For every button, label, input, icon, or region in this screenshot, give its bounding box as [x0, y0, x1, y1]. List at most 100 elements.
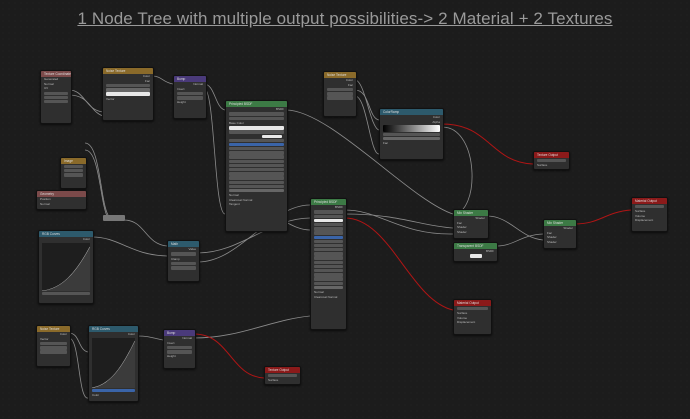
value-field[interactable] — [314, 273, 343, 277]
value-field[interactable] — [229, 138, 284, 143]
value-field[interactable] — [229, 188, 284, 193]
value-field[interactable] — [229, 184, 284, 189]
value-field[interactable] — [229, 147, 284, 151]
target-dropdown[interactable] — [635, 204, 664, 209]
color-field[interactable] — [229, 126, 284, 130]
value-field[interactable] — [327, 96, 353, 100]
mix-shader-node[interactable]: Mix Shader Shader Fac Shader Shader — [543, 219, 577, 249]
principled-bsdf-node[interactable]: Principled BSDF BSDF Base Color Normal C… — [225, 100, 288, 232]
bump-node[interactable]: Bump Normal Invert Height — [163, 329, 196, 369]
value-field[interactable] — [229, 142, 284, 147]
color-field[interactable] — [314, 218, 343, 223]
value-field[interactable] — [229, 159, 284, 164]
reroute-node[interactable] — [103, 215, 125, 221]
value-field[interactable] — [314, 264, 343, 269]
node-header[interactable]: Material Output — [632, 198, 667, 204]
value-field[interactable] — [229, 130, 284, 134]
value-field[interactable] — [314, 269, 343, 273]
dropdown-field[interactable] — [314, 210, 343, 214]
value-field[interactable] — [314, 235, 343, 239]
target-dropdown[interactable] — [457, 306, 488, 311]
transparent-bsdf-node[interactable]: Transparent BSDF BSDF — [453, 242, 498, 262]
texture-output-node[interactable]: Texture Output Surface — [264, 366, 301, 385]
value-field[interactable] — [44, 95, 68, 100]
curves-node[interactable]: RGB Curves Color — [38, 230, 94, 304]
texture-name-field[interactable] — [537, 158, 566, 163]
value-field[interactable] — [314, 281, 343, 285]
value-field[interactable] — [383, 136, 440, 141]
node-header[interactable]: Texture Output — [265, 367, 300, 373]
value-field[interactable] — [229, 172, 284, 176]
value-field[interactable] — [314, 260, 343, 265]
curves-node[interactable]: RGB Curves Color Color — [88, 325, 139, 402]
material-output-node[interactable]: Material Output Surface Volume Displacem… — [631, 197, 668, 232]
value-field[interactable] — [229, 180, 284, 184]
dropdown-field[interactable] — [106, 83, 150, 88]
value-field[interactable] — [229, 168, 284, 172]
curve-editor[interactable] — [41, 242, 91, 291]
value-field[interactable] — [314, 252, 343, 256]
value-field[interactable] — [42, 291, 90, 295]
color-ramp-gradient[interactable] — [383, 124, 440, 132]
value-field[interactable] — [92, 388, 135, 392]
geometry-node[interactable]: Geometry Position Normal — [36, 190, 87, 210]
value-field[interactable] — [64, 173, 83, 177]
node-header[interactable]: Material Output — [454, 300, 491, 306]
value-field[interactable] — [383, 132, 440, 137]
dropdown-field[interactable] — [229, 116, 284, 120]
color-field[interactable] — [470, 254, 482, 258]
curve-editor[interactable] — [91, 337, 136, 388]
dropdown-field[interactable] — [229, 112, 284, 116]
value-field[interactable] — [177, 96, 203, 100]
material-output-node[interactable]: Material Output Surface Volume Displacem… — [453, 299, 492, 335]
texture-coordinate-node[interactable]: Texture Coordinate Generated Normal UV — [40, 70, 72, 124]
color-field[interactable] — [262, 134, 282, 138]
colorramp-node[interactable]: ColorRamp Color Alpha Fac — [379, 108, 444, 160]
node-header[interactable]: Texture Output — [534, 152, 569, 158]
value-field[interactable] — [314, 231, 343, 235]
noise-texture-node[interactable]: Noise Texture Color Vector — [36, 325, 71, 367]
value-field[interactable] — [314, 222, 343, 227]
value-field[interactable] — [40, 346, 67, 350]
value-field[interactable] — [327, 87, 353, 92]
value-field[interactable] — [64, 164, 83, 169]
value-field[interactable] — [64, 168, 83, 173]
value-field[interactable] — [229, 176, 284, 180]
noise-texture-node[interactable]: Noise Texture Color Fac — [323, 71, 357, 117]
value-field[interactable] — [314, 256, 343, 260]
node-socket-label: Normal — [40, 201, 50, 206]
value-field[interactable] — [314, 277, 343, 281]
value-field[interactable] — [314, 248, 343, 252]
node-header[interactable]: Image — [61, 158, 86, 164]
value-field[interactable] — [177, 91, 203, 96]
value-field[interactable] — [229, 163, 284, 168]
value-field[interactable] — [44, 99, 68, 104]
value-field[interactable] — [327, 92, 353, 96]
value-field[interactable] — [167, 350, 192, 354]
value-field[interactable] — [314, 243, 343, 248]
value-field[interactable] — [229, 151, 284, 155]
value-field[interactable] — [40, 350, 67, 354]
principled-bsdf-node[interactable]: Principled BSDF BSDF Normal Clearcoat No… — [310, 198, 347, 330]
value-field[interactable] — [314, 227, 343, 231]
value-field[interactable] — [40, 341, 67, 346]
value-field[interactable] — [229, 155, 284, 159]
texture-name-field[interactable] — [268, 373, 297, 378]
dropdown-field[interactable] — [314, 214, 343, 218]
mix-shader-node[interactable]: Mix Shader Shader Fac Shader Shader — [453, 209, 489, 239]
math-node[interactable]: Math Value Clamp — [167, 240, 200, 282]
node-socket-label: Clamp — [171, 256, 180, 261]
value-field[interactable] — [314, 239, 343, 244]
texture-output-node[interactable]: Texture Output Surface — [533, 151, 570, 170]
value-field[interactable] — [44, 91, 68, 95]
value-field[interactable] — [106, 88, 150, 92]
noise-texture-node[interactable]: Noise Texture Color Fac Vector — [102, 67, 154, 121]
color-field[interactable] — [106, 92, 150, 96]
value-field[interactable] — [171, 266, 196, 270]
dropdown-field[interactable] — [171, 252, 196, 256]
image-node[interactable]: Image — [60, 157, 87, 189]
value-field[interactable] — [314, 285, 343, 290]
value-field[interactable] — [171, 261, 196, 266]
bump-node[interactable]: Bump Normal Invert Height — [173, 75, 207, 119]
value-field[interactable] — [167, 345, 192, 350]
